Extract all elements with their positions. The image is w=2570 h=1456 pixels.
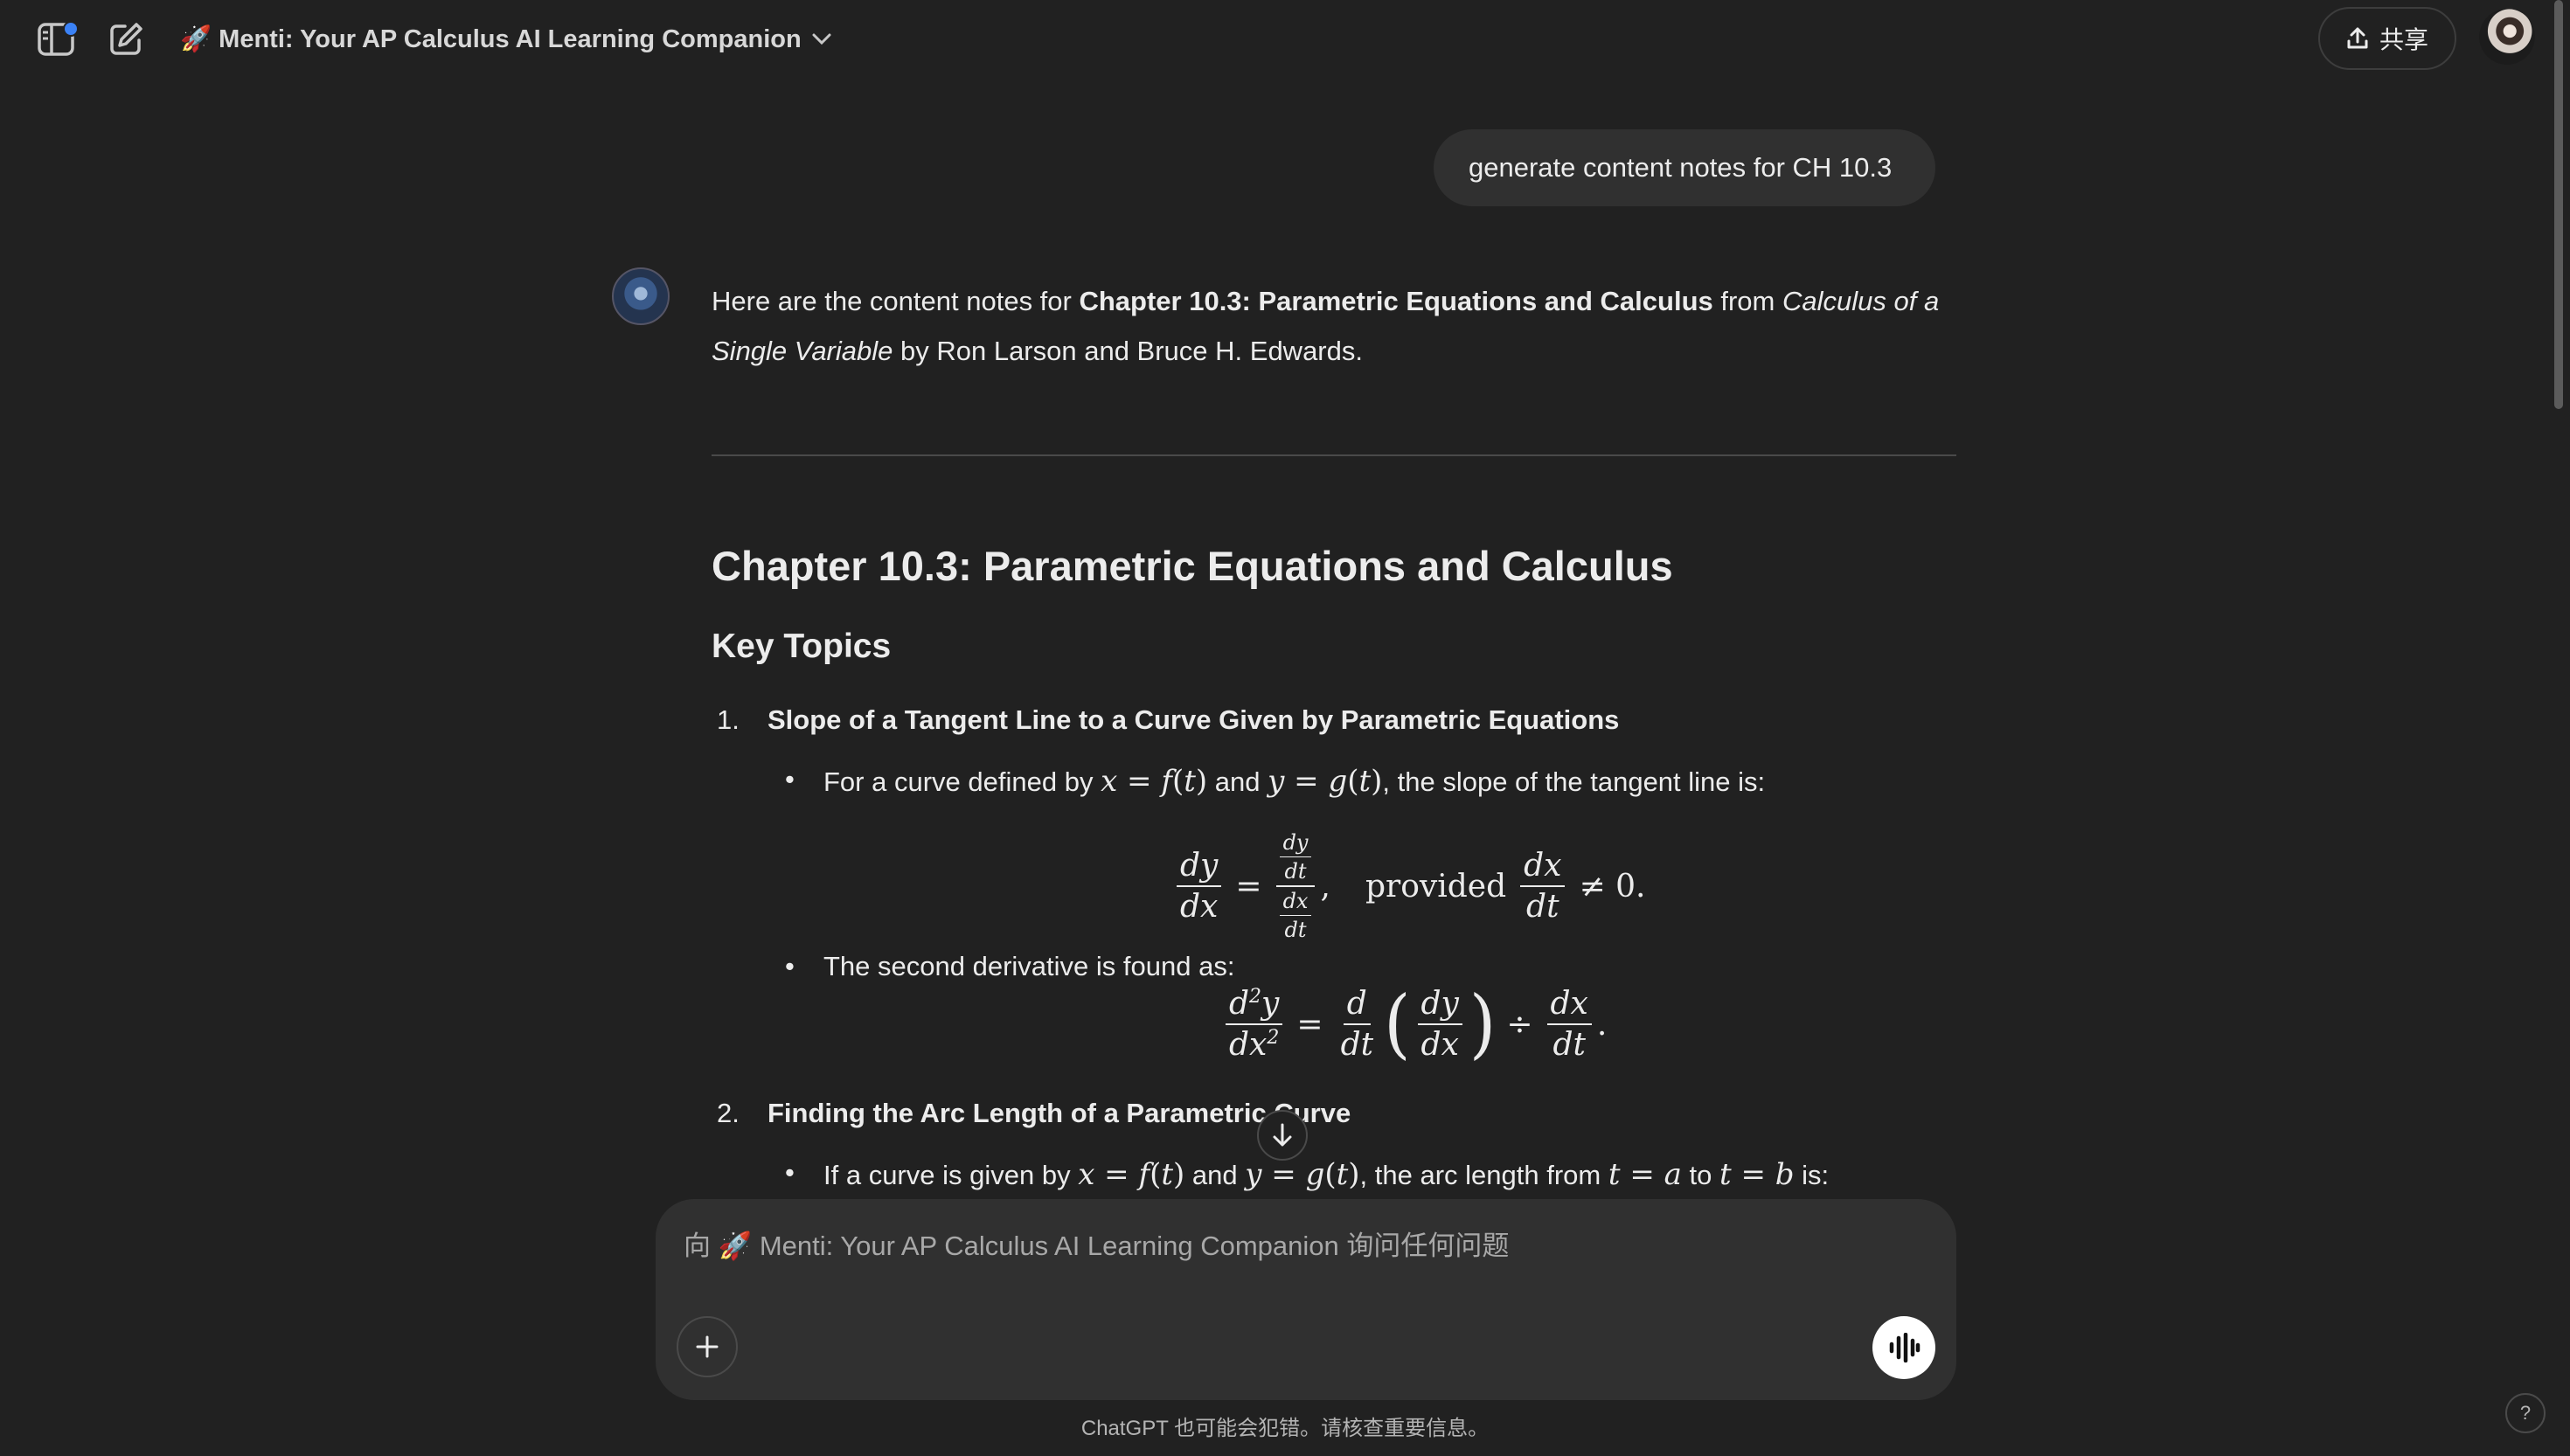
intro-text-mid: from — [1712, 286, 1782, 316]
equation-slope: dy dx = dy dt dx dt , provided dx dt ≠ 0. — [1171, 830, 1654, 942]
assistant-message: Here are the content notes for Chapter 1… — [712, 276, 1956, 376]
edit-icon — [110, 23, 142, 55]
audio-waveform-icon — [1889, 1333, 1921, 1362]
user-message-bubble: generate content notes for CH 10.3 — [1434, 129, 1936, 206]
help-button[interactable]: ? — [2505, 1393, 2546, 1433]
section-subheading: Key Topics — [712, 627, 892, 665]
math-inline: y — [1268, 764, 1285, 799]
attach-button[interactable] — [677, 1316, 738, 1377]
top-bar: 🚀 Menti: Your AP Calculus AI Learning Co… — [0, 0, 2570, 79]
equation-provided: provided — [1365, 868, 1507, 905]
gpt-title-dropdown[interactable]: 🚀 Menti: Your AP Calculus AI Learning Co… — [180, 17, 831, 61]
list-item: • If a curve is given by x = f(t) and y … — [785, 1157, 1830, 1192]
assistant-intro: Here are the content notes for Chapter 1… — [712, 276, 1956, 376]
intro-text: Here are the content notes for — [712, 286, 1080, 316]
chevron-down-icon — [812, 33, 831, 45]
intro-bold: Chapter 10.3: Parametric Equations and C… — [1079, 286, 1713, 316]
new-chat-button[interactable] — [101, 17, 150, 61]
composer: 向 🚀 Menti: Your AP Calculus AI Learning … — [656, 1199, 1956, 1400]
gpt-avatar-icon — [612, 267, 670, 325]
list-number: 2. — [717, 1098, 740, 1128]
divider — [712, 454, 1956, 456]
scroll-to-bottom-button[interactable] — [1257, 1110, 1308, 1161]
notification-dot — [63, 21, 79, 37]
voice-mode-button[interactable] — [1872, 1316, 1935, 1379]
share-label: 共享 — [2379, 26, 2428, 53]
list-item: • For a curve defined by x = f(t) and y … — [785, 764, 1766, 799]
list-number: 1. — [717, 704, 740, 735]
topic-title: Slope of a Tangent Line to a Curve Given… — [768, 704, 1620, 735]
list-item: • The second derivative is found as: — [785, 951, 1235, 981]
math-inline: x — [1101, 764, 1118, 799]
scrollbar[interactable] — [2554, 0, 2563, 409]
equation-second-derivative: d2y dx2 = d dt ( dy dx ) ÷ dx dt . — [1220, 986, 1615, 1063]
plus-icon — [696, 1335, 719, 1358]
gpt-title: 🚀 Menti: Your AP Calculus AI Learning Co… — [180, 25, 802, 53]
intro-text-post: by Ron Larson and Bruce H. Edwards. — [893, 336, 1363, 366]
share-button[interactable]: 共享 — [2318, 7, 2456, 70]
arrow-down-icon — [1273, 1123, 1292, 1147]
upload-icon — [2347, 27, 2368, 49]
user-message-text: generate content notes for CH 10.3 — [1469, 152, 1893, 183]
disclaimer-text: ChatGPT 也可能会犯错。请核查重要信息。 — [1080, 1417, 1490, 1440]
message-input[interactable]: 向 🚀 Menti: Your AP Calculus AI Learning … — [684, 1217, 1907, 1269]
avatar[interactable] — [2479, 9, 2535, 65]
section-heading: Chapter 10.3: Parametric Equations and C… — [712, 543, 1673, 589]
